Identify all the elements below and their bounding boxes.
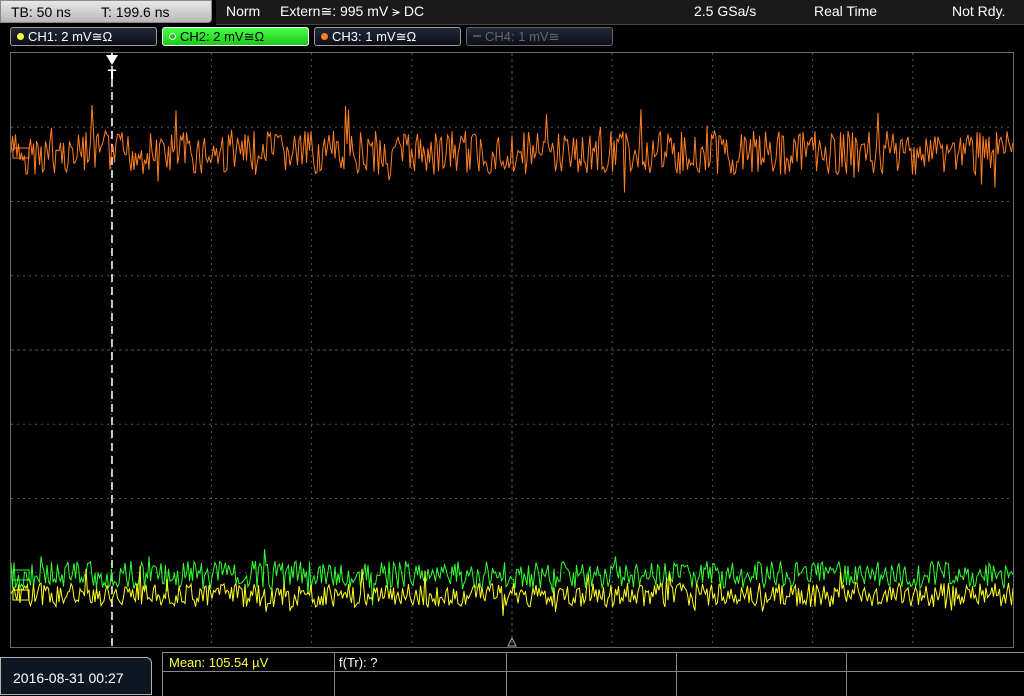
channel-tab-ch1[interactable]: CH1: 2 mV≅Ω (10, 27, 157, 46)
timebase-readout: TB: 50 ns (11, 4, 71, 20)
channel-tabs: CH1: 2 mV≅Ω CH2: 2 mV≅Ω CH3: 1 mV≅Ω CH4:… (0, 25, 1024, 49)
waveform-display[interactable]: T (10, 52, 1014, 648)
meas-cell-3[interactable] (506, 653, 676, 696)
frequency-measurement: f(Tr): ? (339, 655, 378, 670)
graticule: T (11, 53, 1013, 647)
datetime: 2016-08-31 00:27 (13, 670, 124, 686)
channel-tab-ch3[interactable]: CH3: 1 mV≅Ω (314, 27, 461, 46)
ch4-off-icon (473, 35, 481, 37)
trigger-arrow-icon (106, 55, 118, 65)
channel-tab-ch2[interactable]: CH2: 2 mV≅Ω (162, 27, 309, 46)
meas-cell-5[interactable] (846, 653, 1024, 696)
ch2-dot-icon (169, 33, 176, 40)
acquisition-mode[interactable]: Real Time (814, 3, 877, 19)
meas-row-divider (162, 671, 1024, 672)
timebase-box[interactable]: TB: 50 ns T: 199.6 ns (0, 0, 212, 23)
meas-cell-mean[interactable]: Mean: 105.54 µV (162, 653, 334, 696)
datetime-box: 2016-08-31 00:27 (0, 657, 152, 695)
measurement-panel: Mean: 105.54 µV f(Tr): ? (162, 652, 1024, 696)
meas-cell-freq[interactable]: f(Tr): ? (334, 653, 506, 696)
run-status: Not Rdy. (952, 3, 1006, 19)
trigger-marker-label: T (108, 66, 117, 82)
mean-measurement: Mean: 105.54 µV (169, 655, 269, 670)
ch3-dot-icon (321, 33, 328, 40)
trigger-time-readout: T: 199.6 ns (101, 4, 170, 20)
ch1-dot-icon (17, 33, 24, 40)
acquisition-status-line: Norm Extern≅: 995 mV ⪫ DC 2.5 GSa/s Real… (216, 0, 1024, 25)
trigger-source[interactable]: Extern≅: 995 mV ⪫ DC (280, 3, 424, 20)
channel-tab-ch4[interactable]: CH4: 1 mV≅ (466, 27, 613, 46)
sample-rate: 2.5 GSa/s (694, 3, 757, 19)
meas-cell-4[interactable] (676, 653, 846, 696)
status-bar: TB: 50 ns T: 199.6 ns Norm Extern≅: 995 … (0, 0, 1024, 25)
trigger-mode[interactable]: Norm (226, 3, 260, 19)
